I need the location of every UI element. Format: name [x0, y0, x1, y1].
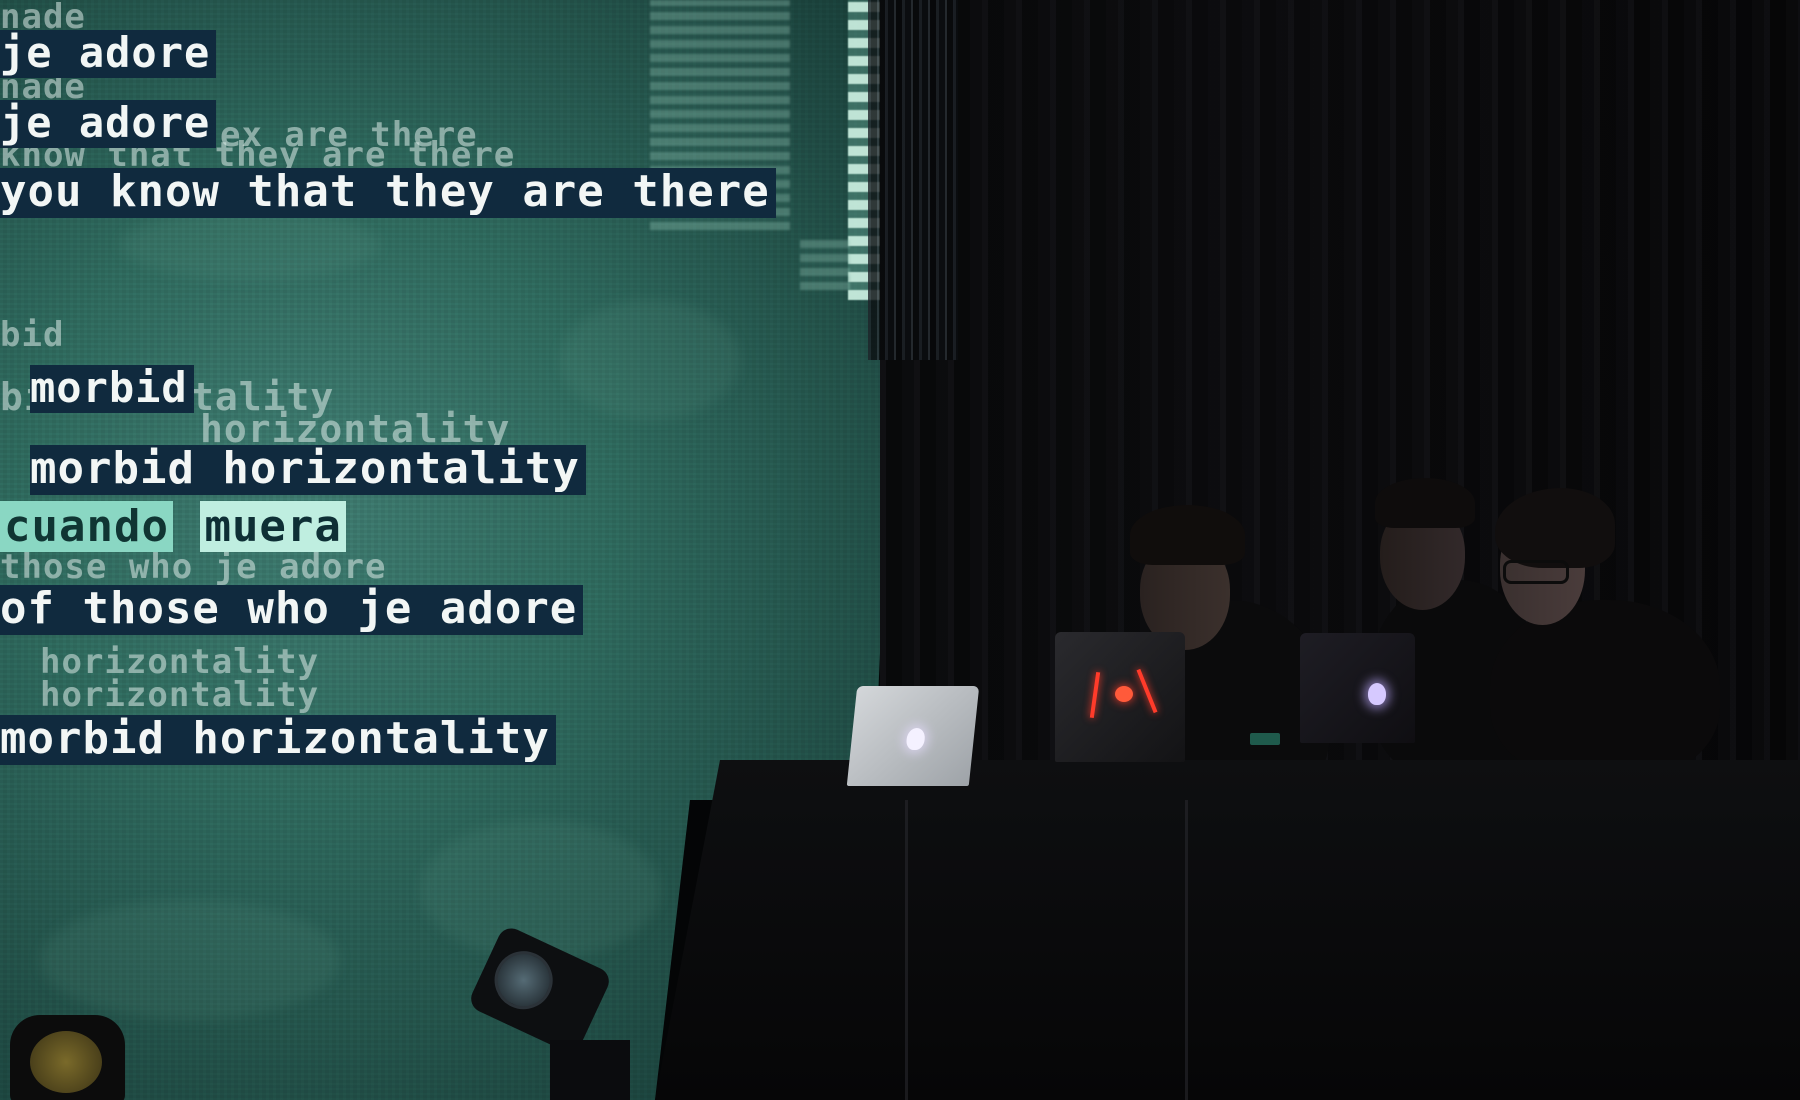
- stage-light-stand: [550, 1040, 630, 1100]
- stage-light-left: [10, 1015, 125, 1100]
- projected-line: je adore: [0, 30, 217, 78]
- performance-table: [655, 760, 1800, 1100]
- performer-left-hair: [1130, 505, 1245, 565]
- tablecloth-fold: [1185, 800, 1188, 1100]
- lamp-lens: [485, 941, 563, 1019]
- ghost-line: those who je adore: [0, 547, 387, 587]
- glasses: [1503, 560, 1569, 584]
- screen-blob: [40, 900, 340, 1020]
- projected-line: you know that they are there: [0, 168, 776, 218]
- tablecloth-fold: [905, 800, 908, 1100]
- highlight-word: muera: [200, 501, 346, 552]
- laptop-dark: [1300, 633, 1415, 743]
- laptop-red-logo: [1055, 632, 1185, 762]
- lamp-lens: [30, 1031, 102, 1093]
- projected-line: morbid horizontality: [30, 445, 586, 495]
- projected-line: morbid horizontality: [0, 715, 556, 765]
- sticker-line-icon: [1089, 671, 1101, 719]
- apple-logo-icon: [905, 728, 926, 750]
- performer-middle-hair: [1375, 478, 1475, 528]
- screen-blob: [120, 210, 380, 280]
- projected-line: morbid: [30, 365, 194, 413]
- projected-line: je adore: [0, 100, 217, 148]
- ghost-line: horizontality: [40, 675, 320, 715]
- screen-blob: [420, 820, 660, 960]
- highlight-word: cuando: [0, 501, 173, 552]
- performer-right: [1490, 600, 1720, 780]
- apple-logo-icon: [1368, 683, 1386, 705]
- ghost-line: bid: [0, 315, 65, 355]
- projected-line-highlight: cuando muera: [0, 501, 346, 552]
- glitch-block: [800, 240, 850, 290]
- red-logo-icon: [1115, 686, 1133, 702]
- curtain-fold: [868, 0, 958, 360]
- ghost-line: horizontality: [40, 642, 320, 682]
- projected-line: of those who je adore: [0, 585, 584, 635]
- screen-blob: [560, 300, 740, 420]
- concert-scene: nade nade ex are there know that they ar…: [0, 0, 1800, 1100]
- laptop-silver: [846, 686, 980, 786]
- sticker-line-icon: [1136, 668, 1158, 714]
- controller-device: [1250, 733, 1280, 745]
